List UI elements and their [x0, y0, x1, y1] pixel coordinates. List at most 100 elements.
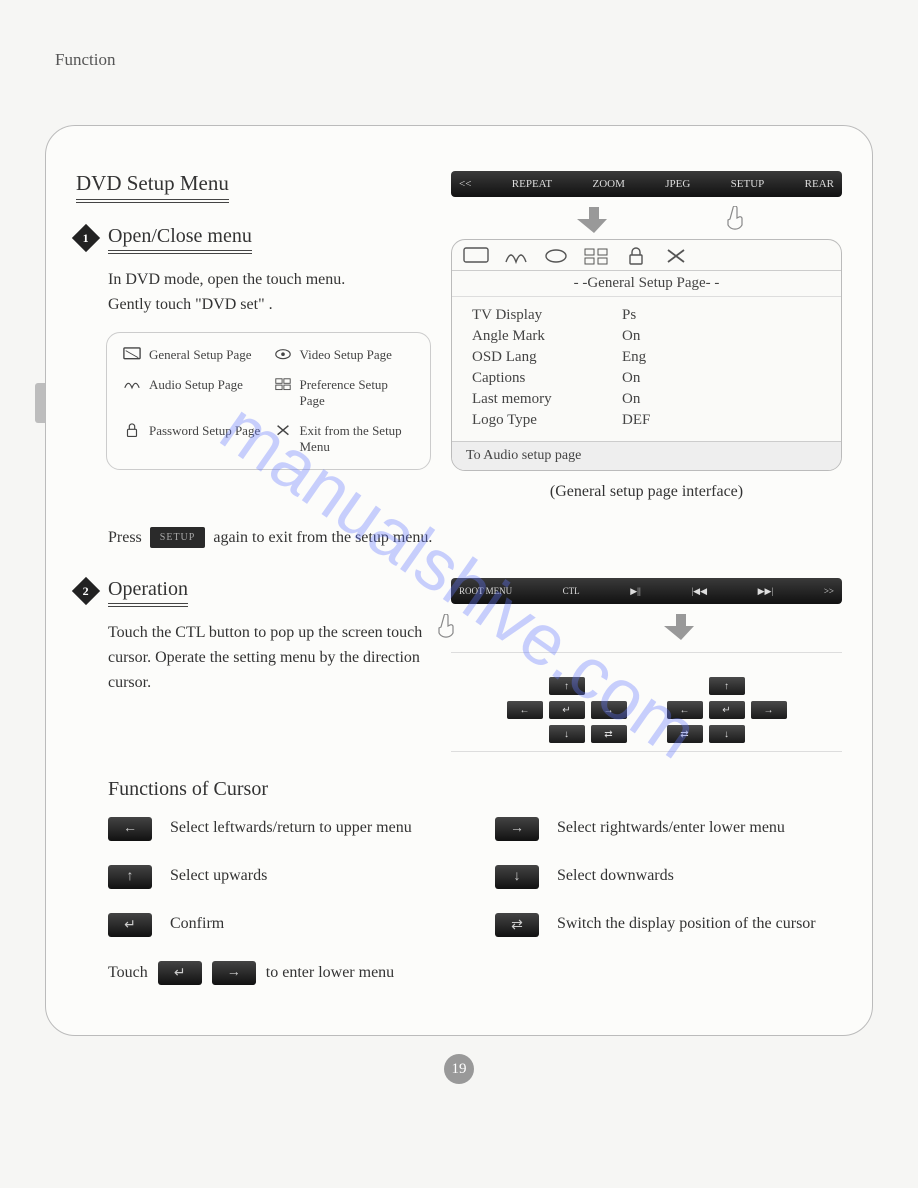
confirm-button[interactable]: ↵	[108, 913, 152, 937]
tab-password-icon[interactable]	[622, 246, 650, 266]
arrow-down-icon	[664, 614, 698, 640]
step-2-header: 2 Operation	[76, 578, 431, 607]
top-columns: DVD Setup Menu 1 Open/Close menu In DVD …	[76, 171, 842, 501]
touch-line: Touch ↵ → to enter lower menu	[108, 961, 842, 985]
step-2-title: Operation	[108, 578, 188, 607]
toolbar2-prev[interactable]: |◀◀	[691, 586, 707, 597]
pad-enter-button[interactable]: ↵	[709, 701, 745, 719]
legend-general: General Setup Page	[123, 347, 264, 363]
down-arrow-button[interactable]: ↓	[495, 865, 539, 889]
func-up-text: Select upwards	[170, 865, 267, 887]
panel-body: TV DisplayPs Angle MarkOn OSD LangEng Ca…	[452, 297, 841, 441]
setting-osd-lang[interactable]: OSD LangEng	[472, 347, 821, 368]
tab-audio-icon[interactable]	[502, 246, 530, 266]
setting-tv-display[interactable]: TV DisplayPs	[472, 305, 821, 326]
step-1-header: 1 Open/Close menu	[76, 225, 431, 254]
hand-icon	[435, 614, 457, 642]
func-up: ↑ Select upwards	[108, 865, 455, 889]
functions-grid: ← Select leftwards/return to upper menu …	[108, 817, 842, 937]
func-left-text: Select leftwards/return to upper menu	[170, 817, 412, 839]
tab-close-icon[interactable]	[662, 246, 690, 266]
func-switch: ⇄ Switch the display position of the cur…	[495, 913, 842, 937]
up-arrow-button[interactable]: ↑	[108, 865, 152, 889]
step-1-body: In DVD mode, open the touch menu. Gently…	[108, 268, 431, 318]
setting-captions[interactable]: CaptionsOn	[472, 368, 821, 389]
step-2-body: Touch the CTL button to pop up the scree…	[108, 621, 431, 695]
pad-up-button[interactable]: ↑	[709, 677, 745, 695]
legend-password: Password Setup Page	[123, 423, 264, 455]
toolbar2-playpause[interactable]: ▶||	[630, 586, 641, 597]
legend-box: General Setup Page Video Setup Page Audi…	[106, 332, 431, 470]
setting-last-memory[interactable]: Last memoryOn	[472, 389, 821, 410]
toolbar-setup[interactable]: SETUP	[731, 178, 765, 190]
dvd-toolbar: << REPEAT ZOOM JPEG SETUP REAR	[451, 171, 842, 197]
pad-swap-button[interactable]: ⇄	[667, 725, 703, 743]
pad-enter-button[interactable]: ↵	[549, 701, 585, 719]
left-column: DVD Setup Menu 1 Open/Close menu In DVD …	[76, 171, 431, 501]
video-icon	[274, 347, 292, 363]
func-right-text: Select rightwards/enter lower menu	[557, 817, 785, 839]
page-frame: manualshive.com DVD Setup Menu 1 Open/Cl…	[45, 125, 873, 1036]
cursor-pad-right: ↑ ← ↵ → ⇄ ↓	[667, 677, 787, 743]
func-confirm-text: Confirm	[170, 913, 224, 935]
right-arrow-button[interactable]: →	[495, 817, 539, 841]
panel-footer: To Audio setup page	[452, 441, 841, 470]
func-confirm: ↵ Confirm	[108, 913, 455, 937]
legend-exit: Exit from the Setup Menu	[274, 423, 415, 455]
press-line: Press SETUP again to exit from the setup…	[108, 527, 842, 548]
preference-icon	[274, 377, 292, 393]
toolbar2-next[interactable]: ▶▶|	[758, 586, 774, 597]
toolbar-prev[interactable]: <<	[459, 178, 471, 190]
arrow-down-icon	[577, 207, 611, 233]
toolbar-zoom[interactable]: ZOOM	[592, 178, 624, 190]
pad-down-button[interactable]: ↓	[709, 725, 745, 743]
page-header: Function	[55, 50, 873, 70]
setting-logo-type[interactable]: Logo TypeDEF	[472, 410, 821, 431]
toolbar2-ctl[interactable]: CTL	[563, 586, 580, 596]
toolbar2-root[interactable]: ROOT MENU	[459, 587, 512, 596]
tab-preference-icon[interactable]	[582, 246, 610, 266]
right-arrow-button[interactable]: →	[212, 961, 256, 985]
legend-video: Video Setup Page	[274, 347, 415, 363]
hand-icon	[724, 206, 746, 234]
cursor-pads: ↑ ← ↵ → ↓ ⇄ ↑ ← ↵ → ⇄ ↓	[451, 677, 842, 743]
setting-angle-mark[interactable]: Angle MarkOn	[472, 326, 821, 347]
panel-heading: - -General Setup Page- -	[452, 271, 841, 297]
panel-caption: (General setup page interface)	[451, 483, 842, 501]
divider	[451, 751, 842, 752]
right-column: << REPEAT ZOOM JPEG SETUP REAR	[451, 171, 842, 501]
pad-up-button[interactable]: ↑	[549, 677, 585, 695]
toolbar-jpeg[interactable]: JPEG	[665, 178, 690, 190]
tab-video-icon[interactable]	[542, 246, 570, 266]
page-number: 19	[444, 1054, 474, 1084]
cursor-pad-left: ↑ ← ↵ → ↓ ⇄	[507, 677, 627, 743]
pad-right-button[interactable]: →	[591, 701, 627, 719]
ctl-toolbar: ROOT MENU CTL ▶|| |◀◀ ▶▶| >>	[451, 578, 842, 604]
pad-swap-button[interactable]: ⇄	[591, 725, 627, 743]
pad-left-button[interactable]: ←	[507, 701, 543, 719]
func-down-text: Select downwards	[557, 865, 674, 887]
panel-tabs	[452, 240, 841, 271]
close-icon	[274, 423, 292, 439]
func-left: ← Select leftwards/return to upper menu	[108, 817, 455, 841]
ctl-indicators	[451, 604, 842, 644]
functions-title: Functions of Cursor	[108, 778, 842, 801]
left-arrow-button[interactable]: ←	[108, 817, 152, 841]
switch-button[interactable]: ⇄	[495, 913, 539, 937]
pad-right-button[interactable]: →	[751, 701, 787, 719]
step-1-marker: 1	[72, 224, 100, 252]
func-switch-text: Switch the display position of the curso…	[557, 913, 816, 935]
divider	[451, 652, 842, 653]
toolbar-rear[interactable]: REAR	[805, 178, 834, 190]
pad-left-button[interactable]: ←	[667, 701, 703, 719]
enter-arrow-button[interactable]: ↵	[158, 961, 202, 985]
func-down: ↓ Select downwards	[495, 865, 842, 889]
toolbar2-ff[interactable]: >>	[824, 586, 834, 596]
legend-audio: Audio Setup Page	[123, 377, 264, 409]
pad-down-button[interactable]: ↓	[549, 725, 585, 743]
step-2-marker: 2	[72, 577, 100, 605]
tab-general-icon[interactable]	[462, 246, 490, 266]
setup-button-inline[interactable]: SETUP	[150, 527, 206, 548]
toolbar-repeat[interactable]: REPEAT	[512, 178, 552, 190]
section-title: DVD Setup Menu	[76, 171, 229, 203]
